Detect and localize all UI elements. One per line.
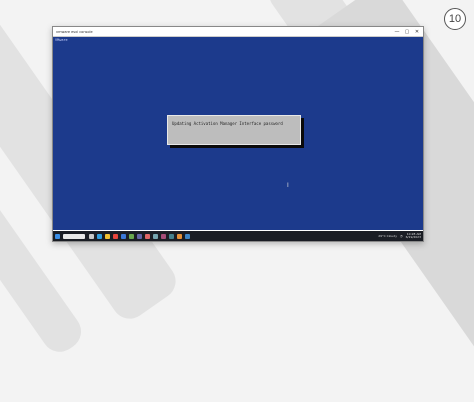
close-button[interactable]: ✕: [414, 29, 420, 35]
dialog-message: Updating Activation Manager Interface pa…: [172, 121, 283, 126]
clock[interactable]: 10:28 AM 6/19/2023: [405, 232, 421, 240]
taskbar-search-box[interactable]: [63, 233, 85, 239]
status-dialog: Updating Activation Manager Interface pa…: [167, 115, 301, 145]
app-icon-4[interactable]: [169, 233, 174, 239]
console-header: VMware: [55, 38, 68, 42]
explorer-icon[interactable]: [105, 233, 110, 239]
app-icon-6[interactable]: [185, 233, 190, 239]
app-icon-3[interactable]: [161, 233, 166, 239]
window-controls: — ▢ ✕: [394, 29, 420, 35]
app-icon-5[interactable]: [177, 233, 182, 239]
mail-icon[interactable]: [121, 233, 126, 239]
system-tray: 29°C Cloudy ◔ 10:28 AM 6/19/2023: [378, 232, 421, 240]
windows-taskbar: 29°C Cloudy ◔ 10:28 AM 6/19/2023: [53, 231, 423, 241]
minimize-button[interactable]: —: [394, 29, 400, 35]
start-icon[interactable]: [55, 233, 60, 239]
edge-icon[interactable]: [97, 233, 102, 239]
console-screen[interactable]: VMware Updating Activation Manager Inter…: [53, 37, 423, 230]
window-title: vmware esxi console: [56, 29, 93, 34]
slide-number-badge: 10: [444, 8, 466, 30]
task-view-icon[interactable]: [89, 233, 94, 239]
terminal-icon[interactable]: [129, 233, 134, 239]
app-icon-2[interactable]: [153, 233, 158, 239]
weather-status[interactable]: 29°C Cloudy: [378, 234, 397, 238]
maximize-button[interactable]: ▢: [404, 29, 410, 35]
mouse-cursor-icon: I: [287, 182, 289, 189]
console-window: vmware esxi console — ▢ ✕ VMware Updatin…: [52, 26, 424, 242]
teams-icon[interactable]: [137, 233, 142, 239]
app-icon-1[interactable]: [145, 233, 150, 239]
window-titlebar[interactable]: vmware esxi console — ▢ ✕: [53, 27, 423, 37]
wifi-icon[interactable]: ◔: [400, 234, 403, 238]
chrome-icon[interactable]: [113, 233, 118, 239]
clock-date: 6/19/2023: [405, 235, 421, 239]
